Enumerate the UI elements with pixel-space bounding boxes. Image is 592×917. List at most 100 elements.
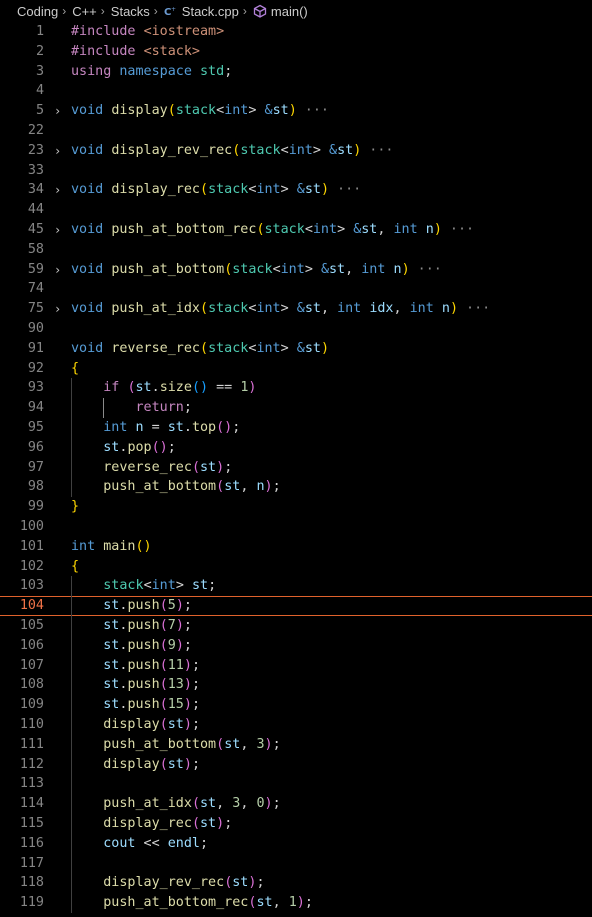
code-line[interactable]: 112 display(st); xyxy=(0,755,592,775)
code-line[interactable]: 119 push_at_bottom_rec(st, 1); xyxy=(0,893,592,913)
code-line[interactable]: 97 reverse_rec(st); xyxy=(0,458,592,478)
code-token: , xyxy=(240,736,257,752)
code-line[interactable]: 105 st.push(7); xyxy=(0,616,592,636)
code-line[interactable]: 109 st.push(15); xyxy=(0,695,592,715)
code-line[interactable]: 106 st.push(9); xyxy=(0,636,592,656)
code-token: push xyxy=(127,637,160,653)
code-token: & xyxy=(296,182,305,198)
code-line[interactable]: 108 st.push(13); xyxy=(0,675,592,695)
code-line[interactable]: 34 › void display_rec(stack<int> &st) ··· xyxy=(0,180,592,200)
code-line[interactable]: 92 { xyxy=(0,359,592,379)
code-text: } xyxy=(71,497,79,517)
code-line[interactable]: 115 display_rec(st); xyxy=(0,814,592,834)
code-token: ) xyxy=(248,380,257,396)
code-line[interactable]: 45 › void push_at_bottom_rec(stack<int> &s… xyxy=(0,220,592,240)
line-number: 105 xyxy=(19,618,44,633)
line-number: 91 xyxy=(27,340,44,356)
code-token: < xyxy=(304,222,313,237)
code-line[interactable]: 93 if (st.size() == 1) xyxy=(0,378,592,398)
breadcrumb-item-folder[interactable]: Stacks xyxy=(111,4,150,19)
code-line[interactable]: 102 { xyxy=(0,557,592,577)
code-token: ··· xyxy=(458,301,491,317)
code-token: ; xyxy=(183,598,192,614)
code-line[interactable]: 116 cout << endl; xyxy=(0,834,592,854)
code-token: , xyxy=(345,261,362,277)
code-token: std xyxy=(200,63,225,79)
line-number: 94 xyxy=(27,400,44,416)
line-number: 45 xyxy=(27,222,44,237)
line-number: 74 xyxy=(27,281,44,297)
code-line[interactable]: 5 › void display(stack<int> &st) ··· xyxy=(0,101,592,121)
code-token: st xyxy=(329,261,346,277)
code-token: < xyxy=(280,142,289,158)
fold-chevron-icon[interactable]: › xyxy=(54,180,64,200)
code-token: top xyxy=(191,420,217,435)
fold-chevron-icon[interactable]: › xyxy=(54,260,64,280)
code-line[interactable]: 99} xyxy=(0,497,592,517)
code-line[interactable]: 23 › void display_rev_rec(stack<int> &st) … xyxy=(0,141,592,161)
line-number: 99 xyxy=(27,499,44,515)
line-number: 112 xyxy=(19,756,44,772)
code-line[interactable]: 74 xyxy=(0,279,592,299)
code-editor[interactable]: 1 #include <iostream> 2 #include <stack> 3 us… xyxy=(0,22,592,917)
code-token: ; xyxy=(191,756,200,772)
fold-chevron-icon[interactable]: › xyxy=(54,299,64,319)
code-line[interactable]: 22 xyxy=(0,121,592,141)
code-line[interactable]: 111 push_at_bottom(st, 3); xyxy=(0,735,592,755)
code-line[interactable]: 114 push_at_idx(st, 3, 0); xyxy=(0,794,592,814)
code-line[interactable]: 98 push_at_bottom(st, n); xyxy=(0,477,592,497)
code-token: ··· xyxy=(361,142,394,158)
code-token: ( xyxy=(191,796,200,812)
code-token: display_rev_rec xyxy=(111,142,233,158)
code-token: st xyxy=(304,340,321,356)
code-line[interactable]: 58 xyxy=(0,240,592,260)
breadcrumb-item-symbol[interactable]: main() xyxy=(271,4,308,19)
code-token: int xyxy=(151,578,176,594)
code-token: display xyxy=(111,103,168,119)
code-line[interactable]: 94 return; xyxy=(0,398,592,418)
code-line[interactable]: 90 xyxy=(0,319,592,339)
code-line[interactable]: 59 › void push_at_bottom(stack<int> &st, i… xyxy=(0,260,592,280)
code-token: = xyxy=(143,420,168,435)
code-line[interactable]: 91 void reverse_rec(stack<int> &st) xyxy=(0,339,592,359)
code-line[interactable]: 113 xyxy=(0,774,592,794)
code-line[interactable]: 110 display(st); xyxy=(0,715,592,735)
code-line[interactable]: 75 › void push_at_idx(stack<int> &st, int … xyxy=(0,299,592,319)
breadcrumb-item-folder[interactable]: Coding xyxy=(17,4,58,19)
code-line[interactable]: 100 xyxy=(0,517,592,537)
line-number: 108 xyxy=(19,677,44,693)
code-token: { xyxy=(71,360,80,376)
code-line[interactable]: 1 #include <iostream> xyxy=(0,22,592,42)
code-token: st xyxy=(103,618,120,633)
code-line[interactable]: 33 xyxy=(0,161,592,181)
code-line[interactable]: 101 int main() xyxy=(0,537,592,557)
fold-chevron-icon[interactable]: › xyxy=(54,220,64,240)
line-number: 115 xyxy=(19,816,44,831)
code-token: n xyxy=(393,261,402,277)
line-number: 1 xyxy=(35,24,44,39)
code-text: void display(stack<int> &st) ··· xyxy=(71,101,329,121)
breadcrumb-item-file[interactable]: Stack.cpp xyxy=(182,4,239,19)
code-token: ( xyxy=(191,816,200,831)
line-number: 90 xyxy=(27,321,44,336)
code-line[interactable]: 104 st.push(5); xyxy=(0,596,592,617)
fold-chevron-icon[interactable]: › xyxy=(54,101,64,121)
code-line[interactable]: 95 int n = st.top(); xyxy=(0,418,592,438)
code-line[interactable]: 44 xyxy=(0,200,592,220)
code-line[interactable]: 2 #include <stack> xyxy=(0,42,592,62)
code-token: & xyxy=(329,142,338,158)
breadcrumb-item-folder[interactable]: C++ xyxy=(72,4,97,19)
code-line[interactable]: 107 st.push(11); xyxy=(0,656,592,676)
code-line[interactable]: 118 display_rev_rec(st); xyxy=(0,873,592,893)
code-line[interactable]: 103 stack<int> st; xyxy=(0,576,592,596)
fold-chevron-icon[interactable]: › xyxy=(54,141,64,161)
code-line[interactable]: 3 using namespace std; xyxy=(0,62,592,82)
code-line[interactable]: 117 xyxy=(0,854,592,874)
code-line[interactable]: 4 xyxy=(0,81,592,101)
code-token: ; xyxy=(183,618,192,633)
code-line[interactable]: 96 st.pop(); xyxy=(0,438,592,458)
code-token: stack xyxy=(264,222,305,237)
